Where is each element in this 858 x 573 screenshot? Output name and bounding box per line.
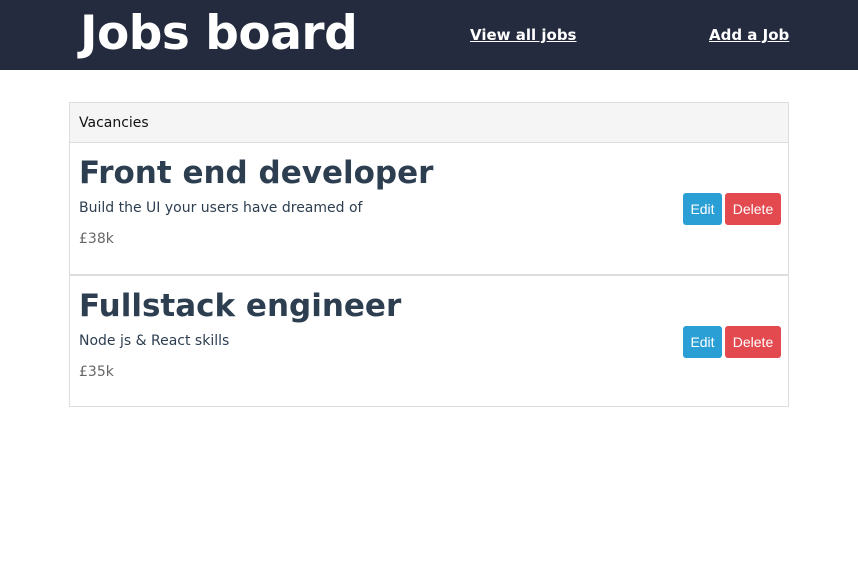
job-title: Front end developer <box>79 155 434 191</box>
job-item: Fullstack engineer Node js & React skill… <box>70 274 788 405</box>
job-salary: £38k <box>79 231 114 247</box>
brand-title[interactable]: Jobs board <box>80 6 358 62</box>
job-title: Fullstack engineer <box>79 288 402 324</box>
delete-button[interactable]: Delete <box>725 193 781 225</box>
job-item: Front end developer Build the UI your us… <box>70 143 788 274</box>
job-description: Node js & React skills <box>79 333 230 349</box>
delete-button[interactable]: Delete <box>725 326 781 358</box>
edit-button[interactable]: Edit <box>683 326 722 358</box>
nav-view-all-jobs-link[interactable]: View all jobs <box>470 25 576 45</box>
job-salary: £35k <box>79 364 114 380</box>
vacancies-panel: Vacancies Front end developer Build the … <box>69 102 789 407</box>
nav-add-job-link[interactable]: Add a Job <box>709 25 789 45</box>
edit-button[interactable]: Edit <box>683 193 722 225</box>
job-description: Build the UI your users have dreamed of <box>79 200 363 216</box>
navbar: Jobs board View all jobs Add a Job <box>0 0 858 70</box>
panel-heading: Vacancies <box>70 103 788 143</box>
